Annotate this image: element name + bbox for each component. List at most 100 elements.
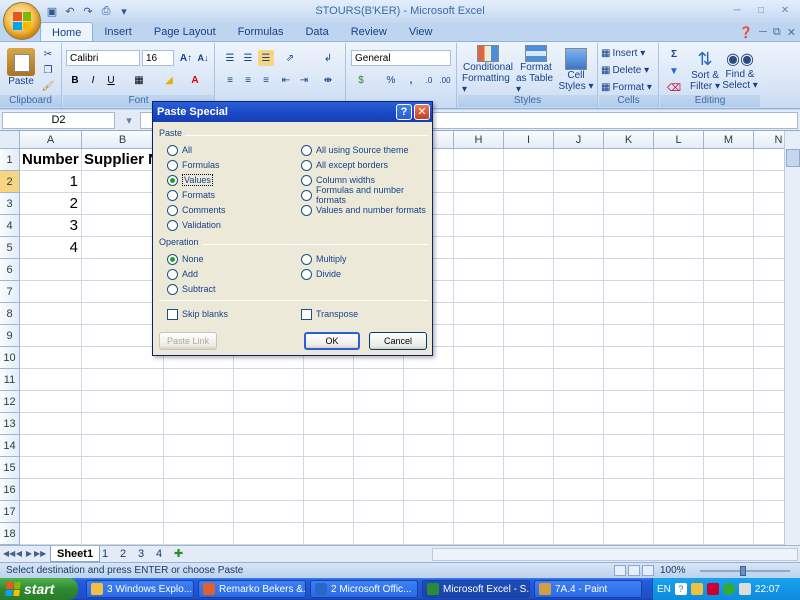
find-select-button[interactable]: ◉◉ Find & Select ▾ [722,45,758,95]
row-header-9[interactable]: 9 [0,325,20,347]
row-header-7[interactable]: 7 [0,281,20,303]
format-painter-icon[interactable]: 🖌 [40,78,56,94]
cell-b1[interactable]: Supplier N [84,149,159,171]
scroll-thumb[interactable] [786,149,800,167]
page-break-view-icon[interactable] [642,565,654,576]
paste-button[interactable]: Paste [6,45,36,89]
percent-style-icon[interactable]: % [383,72,399,88]
name-box[interactable]: D2 [2,112,115,129]
dialog-close-icon[interactable]: ✕ [414,104,430,120]
increase-indent-icon[interactable]: ⇥ [296,72,312,88]
sheet-tab-4[interactable]: 4 [150,546,168,562]
paste-option-all[interactable]: All [167,144,192,156]
row-header-8[interactable]: 8 [0,303,20,325]
row-header-13[interactable]: 13 [0,413,20,435]
ribbon-restore-icon[interactable]: ⧉ [773,26,781,39]
row-header-1[interactable]: 1 [0,149,20,171]
row-header-17[interactable]: 17 [0,501,20,523]
align-center-icon[interactable]: ≡ [240,72,256,88]
paste-option-values-number-formats[interactable]: Values and number formats [301,204,426,216]
tab-formulas[interactable]: Formulas [227,22,295,42]
network-tray-icon[interactable] [690,583,703,595]
merge-center-icon[interactable]: ⇼ [320,72,336,88]
maximize-icon[interactable]: □ [750,3,772,17]
sheet-tab-3[interactable]: 3 [132,546,150,562]
align-left-icon[interactable]: ≡ [222,72,238,88]
row-header-14[interactable]: 14 [0,435,20,457]
align-bottom-icon[interactable]: ☰ [258,50,274,66]
operation-option-none[interactable]: None [167,253,204,265]
paste-link-button[interactable]: Paste Link [159,332,217,350]
number-format-select[interactable]: General [351,50,451,66]
decrease-decimal-icon[interactable]: .00 [437,72,453,88]
first-sheet-icon[interactable]: ◀◀ [3,548,15,560]
italic-icon[interactable]: I [85,72,101,88]
column-header-k[interactable]: K [604,131,654,149]
column-header-a[interactable]: A [20,131,82,149]
accounting-format-icon[interactable]: $ [353,72,369,88]
column-header-j[interactable]: J [554,131,604,149]
insert-cells-button[interactable]: ▦ Insert ▾ [601,46,645,60]
row-header-16[interactable]: 16 [0,479,20,501]
column-header-h[interactable]: H [454,131,504,149]
task-remarko-bekers[interactable]: Remarko Bekers &... [198,580,306,598]
zoom-level[interactable]: 100% [660,565,686,576]
autosum-icon[interactable]: Σ [666,46,682,62]
skip-blanks-checkbox[interactable]: Skip blanks [167,308,228,320]
decrease-indent-icon[interactable]: ⇤ [278,72,294,88]
select-all-corner[interactable] [0,131,20,149]
normal-view-icon[interactable] [614,565,626,576]
sheet-tab-1[interactable]: 1 [96,546,114,562]
minimize-icon[interactable]: ─ [726,3,748,17]
row-header-11[interactable]: 11 [0,369,20,391]
operation-option-add[interactable]: Add [167,268,198,280]
font-color-icon[interactable]: A [187,72,203,88]
copy-icon[interactable]: ❐ [40,62,56,78]
vertical-scrollbar[interactable] [784,131,800,545]
paste-option-formulas[interactable]: Formulas [167,159,220,171]
row-header-2[interactable]: 2 [0,171,20,193]
paste-option-validation[interactable]: Validation [167,219,221,231]
tab-insert[interactable]: Insert [93,22,143,42]
row-header-3[interactable]: 3 [0,193,20,215]
underline-icon[interactable]: U [103,72,119,88]
tab-view[interactable]: View [398,22,444,42]
row-header-6[interactable]: 6 [0,259,20,281]
increase-decimal-icon[interactable]: .0 [421,72,437,88]
row-header-10[interactable]: 10 [0,347,20,369]
cell-a4[interactable]: 3 [20,215,78,237]
row-header-12[interactable]: 12 [0,391,20,413]
status-tray-icon[interactable] [722,583,735,595]
cell-styles-button[interactable]: Cell Styles ▾ [558,45,594,95]
transpose-checkbox[interactable]: Transpose [301,308,358,320]
paste-option-formats[interactable]: Formats [167,189,215,201]
borders-icon[interactable]: ▦ [131,72,147,88]
row-header-4[interactable]: 4 [0,215,20,237]
cell-a5[interactable]: 4 [20,237,78,259]
zoom-slider-knob[interactable] [740,566,746,576]
security-tray-icon[interactable] [706,583,719,595]
ribbon-minimize-icon[interactable]: ─ [759,26,767,39]
help-tray-icon[interactable]: ? [674,583,687,595]
office-button[interactable] [3,2,41,40]
last-sheet-icon[interactable]: ▶▶ [34,548,46,560]
font-name-select[interactable]: Calibri [66,50,140,66]
column-header-l[interactable]: L [654,131,704,149]
paste-option-comments[interactable]: Comments [167,204,226,216]
align-middle-icon[interactable]: ☰ [240,50,256,66]
name-box-dropdown-icon[interactable]: ▾ [122,112,136,129]
volume-tray-icon[interactable] [738,583,751,595]
operation-option-subtract[interactable]: Subtract [167,283,216,295]
tab-data[interactable]: Data [294,22,339,42]
cancel-button[interactable]: Cancel [369,332,427,350]
operation-option-divide[interactable]: Divide [301,268,341,280]
cell-a3[interactable]: 2 [20,193,78,215]
paste-option-all-except-borders[interactable]: All except borders [301,159,388,171]
column-header-i[interactable]: I [504,131,554,149]
column-header-m[interactable]: M [704,131,754,149]
ok-button[interactable]: OK [304,332,360,350]
cell-a1[interactable]: Number [22,149,79,171]
orientation-icon[interactable]: ⇗ [282,50,298,66]
format-cells-button[interactable]: ▦ Format ▾ [601,80,652,94]
help-icon[interactable]: ❓ [739,26,753,39]
